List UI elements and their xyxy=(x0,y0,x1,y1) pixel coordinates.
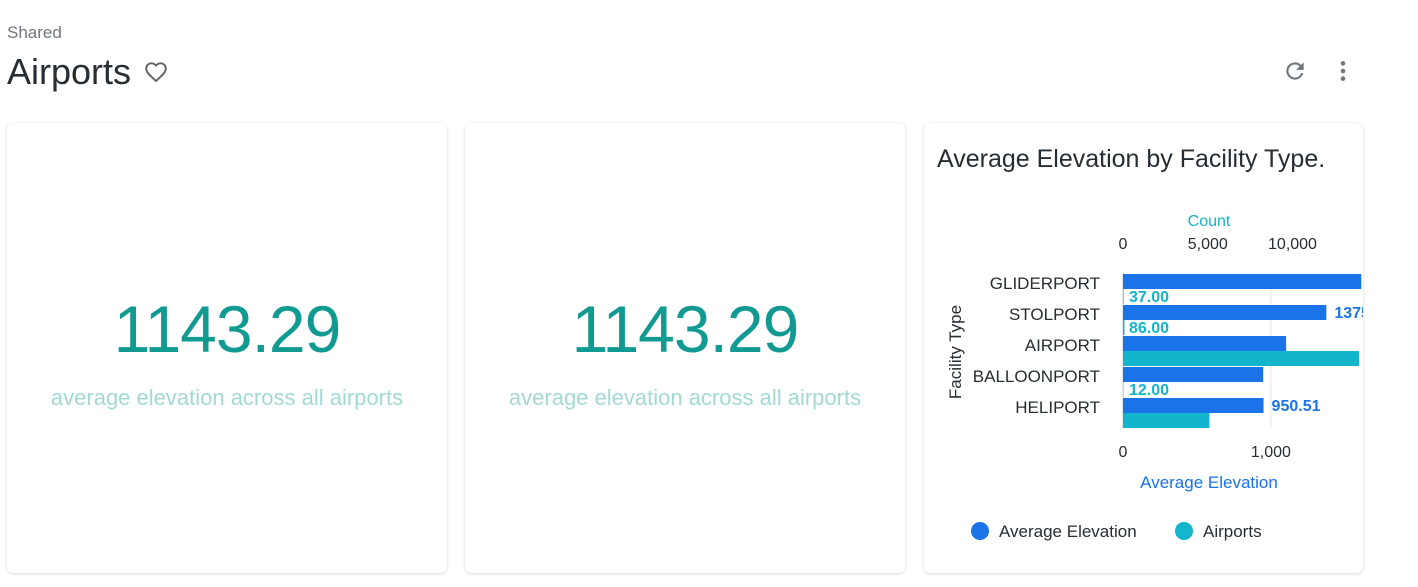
top-axis-title: Count xyxy=(1188,213,1231,230)
data-label-average-elevation: 1375.05 xyxy=(1334,305,1363,322)
category-label: STOLPORT xyxy=(1009,305,1100,324)
dashboard-page: Shared Airports 1143.29 average elevatio… xyxy=(0,0,1418,587)
single-value: 1143.29 xyxy=(113,292,342,366)
refresh-icon[interactable] xyxy=(1282,58,1308,84)
top-axis-tick-label: 5,000 xyxy=(1188,236,1228,253)
legend-label: Average Elevation xyxy=(999,522,1137,541)
bar-airports xyxy=(1123,289,1124,304)
category-label: AIRPORT xyxy=(1025,336,1100,355)
data-label-airports: 86.00 xyxy=(1129,320,1169,337)
category-label: GLIDERPORT xyxy=(990,274,1100,293)
top-axis-tick-label: 0 xyxy=(1119,236,1128,253)
data-label-airports: 37.00 xyxy=(1129,289,1169,306)
title-row: Airports xyxy=(7,52,169,92)
bottom-axis-tick-label: 1,000 xyxy=(1251,444,1291,461)
single-value-tile[interactable]: 1143.29 average elevation across all air… xyxy=(465,123,905,573)
bar-chart: GLIDERPORT1611.4137.00STOLPORT1375.0586.… xyxy=(946,213,1363,541)
single-value-tile[interactable]: 1143.29 average elevation across all air… xyxy=(7,123,447,573)
bottom-axis-title: Average Elevation xyxy=(1140,473,1278,492)
bar-average-elevation xyxy=(1123,336,1287,351)
bar-average-elevation xyxy=(1123,398,1264,413)
top-axis-tick-label: 10,000 xyxy=(1268,236,1317,253)
breadcrumb[interactable]: Shared xyxy=(7,23,62,43)
data-label-airports: 12.00 xyxy=(1129,382,1169,399)
bar-airports xyxy=(1123,413,1210,428)
bar-average-elevation xyxy=(1123,274,1362,289)
single-value: 1143.29 xyxy=(571,292,800,366)
single-value-subtitle: average elevation across all airports xyxy=(508,385,862,410)
category-label: BALLOONPORT xyxy=(973,367,1100,386)
legend-marker xyxy=(1175,522,1193,540)
bar-average-elevation xyxy=(1123,305,1327,320)
top-actions xyxy=(1282,58,1356,84)
more-vert-icon[interactable] xyxy=(1330,58,1356,84)
category-label: HELIPORT xyxy=(1015,398,1100,417)
heart-icon[interactable] xyxy=(143,59,169,85)
single-value-subtitle: average elevation across all airports xyxy=(50,385,404,410)
legend-label: Airports xyxy=(1203,522,1262,541)
chart-tile[interactable]: Average Elevation by Facility Type. GLID… xyxy=(924,123,1363,573)
page-title: Airports xyxy=(7,51,132,92)
bar-airports xyxy=(1123,320,1125,335)
y-axis-title: Facility Type xyxy=(946,305,965,399)
bottom-axis-tick-label: 0 xyxy=(1119,444,1128,461)
data-label-average-elevation: 950.51 xyxy=(1272,398,1321,415)
bar-airports xyxy=(1123,351,1360,366)
bar-average-elevation xyxy=(1123,367,1264,382)
legend-marker xyxy=(971,522,989,540)
